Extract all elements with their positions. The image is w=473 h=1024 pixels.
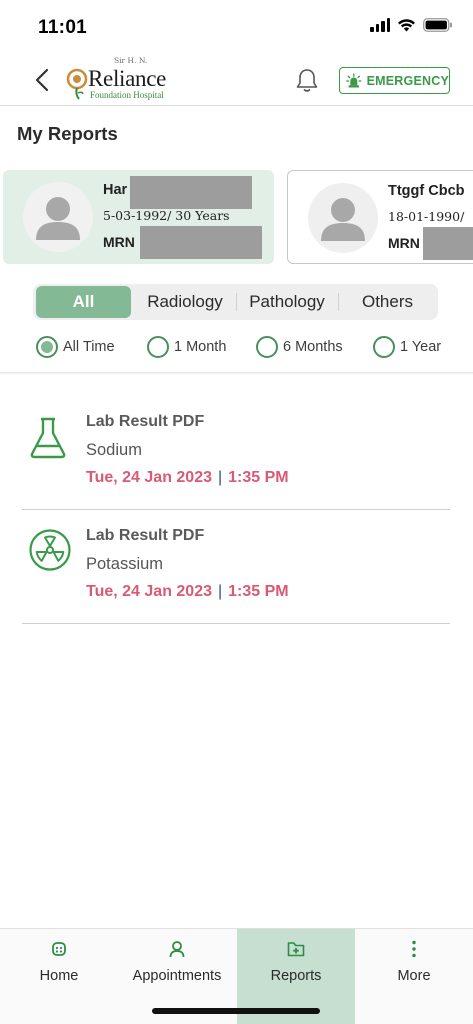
status-time: 11:01 (38, 17, 88, 38)
person-placeholder-icon (36, 197, 80, 240)
status-icons (370, 18, 453, 32)
radio-selected-icon (36, 336, 58, 358)
filter-label: 1 Month (174, 339, 227, 355)
reports-folder-icon (287, 942, 305, 957)
person-icon (169, 941, 185, 958)
filter-label: 6 Months (283, 339, 343, 355)
back-button[interactable] (28, 66, 56, 94)
logo-sub-text: Foundation Hospital (90, 90, 164, 100)
chevron-left-icon (35, 68, 49, 92)
nav-label: Appointments (132, 968, 222, 984)
avatar (308, 183, 378, 253)
logo-main-text: Reliance (88, 66, 167, 91)
redacted-mrn (140, 226, 262, 259)
report-date: Tue, 24 Jan 2023 (86, 583, 212, 600)
bell-icon (296, 69, 318, 92)
person-placeholder-icon (321, 198, 365, 241)
report-item[interactable]: Lab Result PDF Sodium Tue, 24 Jan 2023 | 1… (22, 396, 450, 510)
nav-more[interactable]: More (355, 929, 473, 1024)
patient-card-selected[interactable]: Har 5-03-1992/ 30 Years MRN (3, 170, 274, 264)
report-title: Lab Result PDF (86, 413, 205, 430)
mrn-label: MRN (103, 234, 135, 250)
filter-6-months[interactable]: 6 Months (256, 336, 343, 358)
filter-all-time[interactable]: All Time (36, 336, 115, 358)
logo-emblem-icon (66, 68, 88, 100)
patient-name: Har (103, 182, 128, 198)
patient-dob: 5-03-1992/ 30 Years (103, 208, 230, 223)
flask-icon (30, 417, 66, 459)
filter-label: 1 Year (400, 339, 442, 355)
notifications-button[interactable] (295, 68, 319, 94)
report-time: 1:35 PM (228, 583, 289, 600)
tab-others[interactable]: Others (339, 284, 436, 320)
nav-home[interactable]: Home (0, 929, 118, 1024)
redacted-name (130, 176, 252, 209)
nav-label: More (397, 968, 431, 984)
report-item[interactable]: Lab Result PDF Potassium Tue, 24 Jan 202… (22, 510, 450, 624)
patient-dob: 18-01-1990/ (388, 209, 465, 224)
nav-label: Home (39, 968, 79, 984)
wifi-icon (398, 19, 415, 32)
hospital-logo: Sir H. N. Reliance Foundation Hospital (64, 56, 184, 102)
nav-label: Reports (270, 968, 322, 984)
cellular-signal-icon (370, 18, 390, 32)
emergency-button[interactable]: EMERGENCY (339, 67, 450, 94)
tab-pathology[interactable]: Pathology (237, 284, 337, 320)
mrn-label: MRN (388, 235, 420, 251)
radio-unselected-icon (373, 336, 395, 358)
tab-radiology[interactable]: Radiology (133, 284, 237, 320)
logo-top-text: Sir H. N. (114, 56, 148, 65)
category-tabs: All Radiology Pathology Others (33, 284, 438, 320)
radio-unselected-icon (256, 336, 278, 358)
redacted-mrn (423, 227, 473, 260)
patient-card[interactable]: Ttggf Cbcb 18-01-1990/ MRN (287, 170, 473, 264)
siren-icon (346, 72, 362, 88)
page-title: My Reports (17, 123, 118, 144)
status-bar: 11:01 (0, 0, 473, 56)
separator: | (218, 469, 223, 486)
home-indicator (152, 1008, 320, 1014)
filter-1-year[interactable]: 1 Year (373, 336, 441, 358)
battery-icon (423, 18, 452, 32)
tab-all[interactable]: All (36, 286, 131, 318)
patient-name: Ttggf Cbcb (388, 183, 465, 199)
app-header: Sir H. N. Reliance Foundation Hospital E… (0, 56, 473, 106)
filter-1-month[interactable]: 1 Month (147, 336, 226, 358)
filter-label: All Time (63, 339, 115, 355)
report-test-name: Potassium (86, 555, 164, 573)
emergency-label: EMERGENCY (366, 73, 449, 88)
avatar (23, 182, 93, 252)
report-test-name: Sodium (86, 441, 142, 459)
report-datetime: Tue, 24 Jan 2023 | 1:35 PM (86, 583, 289, 601)
home-icon (52, 942, 66, 956)
report-date: Tue, 24 Jan 2023 (86, 469, 212, 486)
report-time: 1:35 PM (228, 469, 289, 486)
separator: | (218, 583, 223, 600)
patient-cards: Har 5-03-1992/ 30 Years MRN Ttggf Cbcb 1… (0, 170, 473, 265)
radio-unselected-icon (147, 336, 169, 358)
report-title: Lab Result PDF (86, 527, 205, 544)
radiation-icon (29, 529, 71, 571)
time-filters: All Time 1 Month 6 Months 1 Year (36, 336, 456, 362)
more-dots-icon (412, 940, 416, 958)
report-datetime: Tue, 24 Jan 2023 | 1:35 PM (86, 469, 289, 487)
divider (0, 372, 473, 375)
